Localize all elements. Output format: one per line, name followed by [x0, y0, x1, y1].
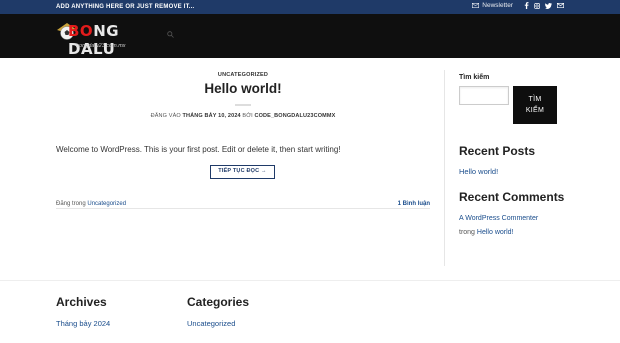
search-input[interactable] [459, 86, 509, 105]
title-divider [235, 104, 251, 106]
post-excerpt: Welcome to WordPress. This is your first… [56, 145, 341, 154]
comment-count-link[interactable]: 1 Bình luận [398, 201, 430, 207]
mail-icon[interactable] [557, 3, 564, 8]
announcement-text: ADD ANYTHING HERE OR JUST REMOVE IT... [56, 4, 195, 10]
archives-heading: Archives [56, 295, 107, 309]
posted-in-category-link[interactable]: Uncategorized [87, 201, 126, 207]
post-title[interactable]: Hello world! [56, 81, 430, 96]
search-icon[interactable] [167, 31, 174, 38]
newsletter-link[interactable]: Newsletter [472, 2, 513, 9]
newsletter-label: Newsletter [482, 2, 513, 9]
posted-in: Đăng trong Uncategorized [56, 201, 127, 207]
categories-link[interactable]: Uncategorized [187, 319, 235, 328]
instagram-icon[interactable] [534, 2, 540, 9]
recent-post-link[interactable]: Hello world! [459, 167, 498, 176]
top-bar: ADD ANYTHING HERE OR JUST REMOVE IT... N… [0, 0, 620, 14]
read-more-button[interactable]: TIẾP TỤC ĐỌC → [210, 165, 275, 179]
envelope-icon [472, 3, 480, 8]
top-bar-right: Newsletter [472, 2, 564, 9]
post-author[interactable]: CODE_BONGDALU23COMMX [254, 113, 335, 119]
site-header: BONG DALU bongdalu23.com.mx [0, 14, 620, 58]
search-label: Tìm kiếm [459, 74, 490, 81]
logo-domain: bongdalu23.com.mx [76, 43, 126, 49]
twitter-icon[interactable] [545, 2, 552, 9]
post-footer: Đăng trong Uncategorized 1 Bình luận [56, 196, 430, 209]
site-logo[interactable]: BONG DALU bongdalu23.com.mx [56, 19, 156, 58]
comment-on: trong Hello world! [459, 229, 514, 236]
archives-link[interactable]: Tháng bảy 2024 [56, 319, 110, 328]
recent-comments-heading: Recent Comments [459, 190, 565, 204]
post-date[interactable]: THÁNG BẢY 10, 2024 [183, 113, 241, 119]
post-category[interactable]: UNCATEGORIZED [56, 72, 430, 78]
logo-text: BONG DALU [68, 22, 120, 58]
facebook-icon[interactable] [524, 2, 529, 9]
footer-separator [0, 280, 620, 281]
comment-post-link[interactable]: Hello world! [477, 229, 514, 236]
recent-posts-heading: Recent Posts [459, 144, 536, 158]
post-meta: ĐĂNG VÀO THÁNG BẢY 10, 2024 BỞI CODE_BON… [150, 113, 336, 119]
search-button[interactable]: TÌM KIẾM [513, 86, 557, 124]
comment-author-link[interactable]: A WordPress Commenter [459, 215, 538, 222]
sidebar-divider [444, 70, 445, 266]
categories-heading: Categories [187, 295, 250, 309]
